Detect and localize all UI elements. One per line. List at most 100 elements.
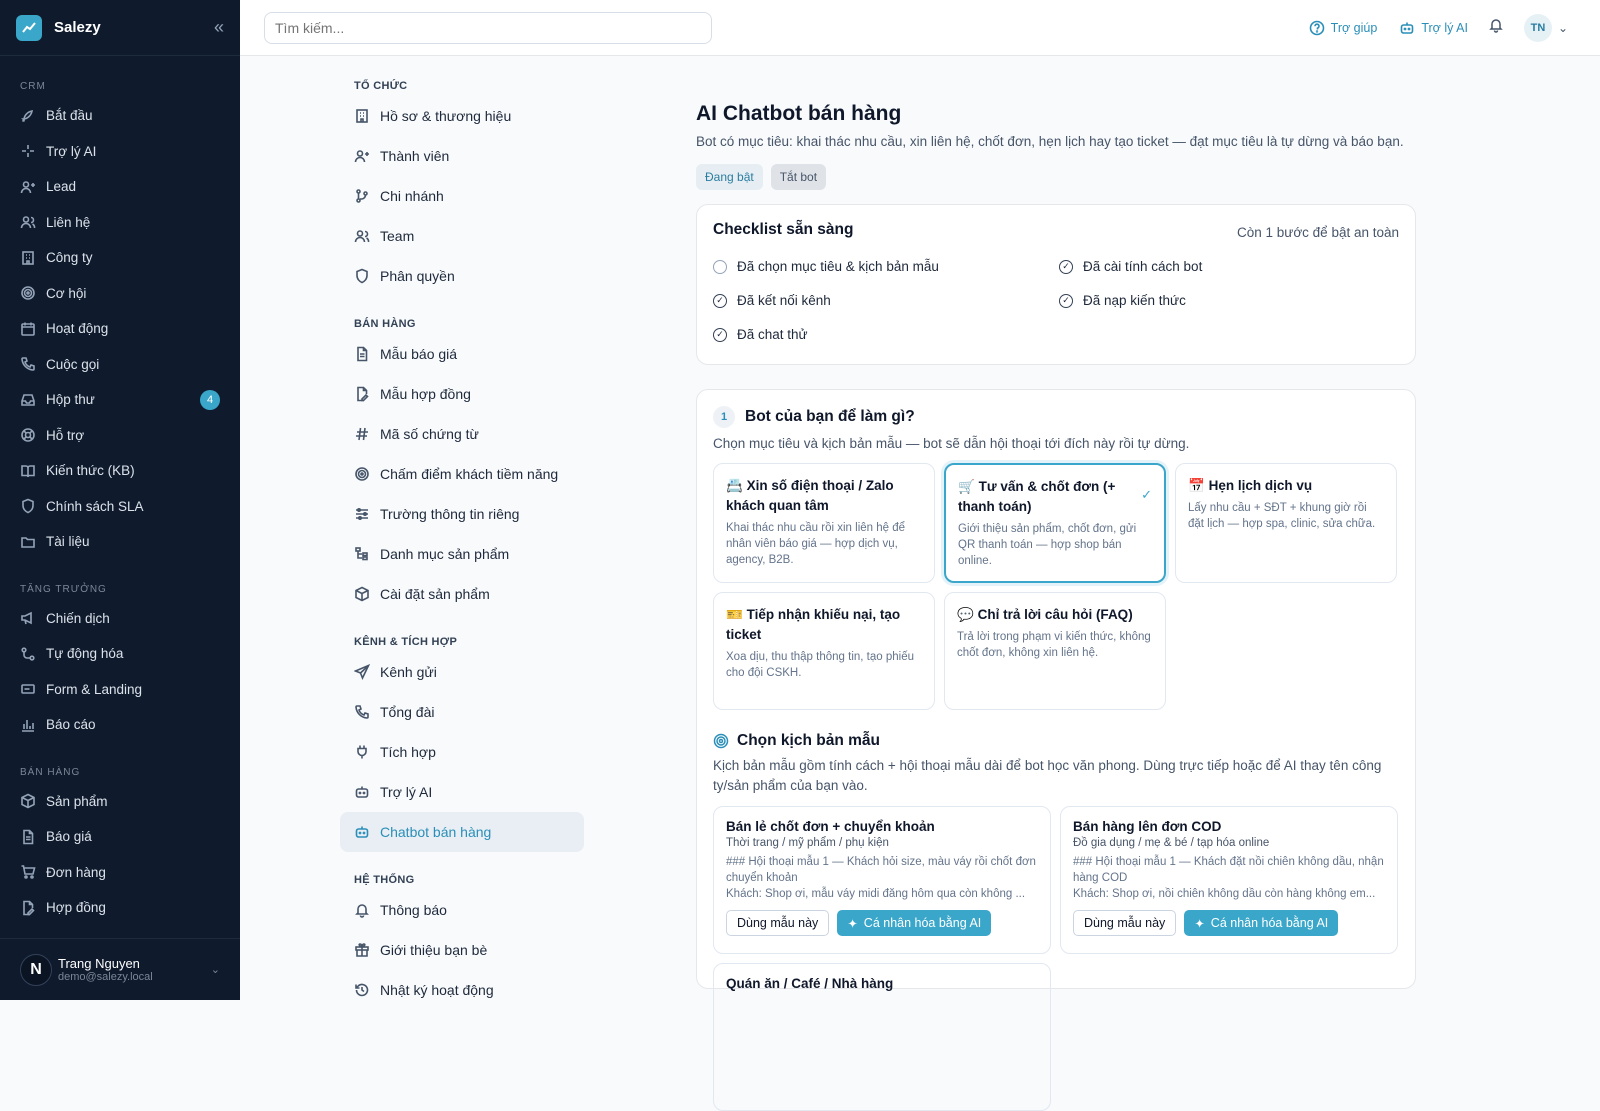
- settings-nav-label: Tổng đài: [380, 704, 435, 720]
- sidebar-item[interactable]: Hợp đồng: [0, 890, 240, 926]
- sidebar-item[interactable]: Hộp thư 4: [0, 382, 240, 418]
- ai-assistant-link[interactable]: Trợ lý AI: [1399, 20, 1468, 36]
- target-icon: [21, 286, 35, 301]
- settings-nav-item[interactable]: Mã số chứng từ: [340, 414, 584, 454]
- turn-off-bot-button[interactable]: Tắt bot: [770, 164, 827, 190]
- sidebar-item-label: Chiến dịch: [46, 610, 110, 626]
- plug-icon: [357, 745, 367, 759]
- settings-nav-item[interactable]: Chấm điểm khách tiềm năng: [340, 454, 584, 494]
- goal-option[interactable]: 🎫 Tiếp nhận khiếu nại, tạo ticket Xoa dịu…: [713, 592, 935, 710]
- check-icon: ✓: [1141, 487, 1152, 502]
- check-circle-icon: ✓: [1059, 293, 1073, 308]
- readiness-checklist: Checklist sẵn sàng Còn 1 bước để bật an …: [696, 204, 1416, 365]
- settings-nav-item[interactable]: Nhật ký hoạt động: [340, 970, 584, 1010]
- goal-option[interactable]: 💬 Chỉ trả lời câu hỏi (FAQ) Trả lời trong…: [944, 592, 1166, 710]
- sidebar-item-label: Kiến thức (KB): [46, 463, 135, 479]
- settings-nav-item[interactable]: Thành viên: [340, 136, 584, 176]
- user-avatar-top[interactable]: TN: [1523, 13, 1552, 42]
- sidebar-item[interactable]: Trợ lý AI: [0, 134, 240, 170]
- sidebar-item[interactable]: Chiến dịch: [0, 601, 240, 637]
- goal-option[interactable]: 📅 Hẹn lịch dịch vụ Lấy nhu cầu + SĐT + kh…: [1175, 463, 1397, 583]
- settings-nav-label: Mẫu báo giá: [380, 346, 458, 362]
- template-subtitle: Thời trang / mỹ phẩm / phụ kiện: [726, 837, 889, 849]
- sidebar-item-label: Chính sách SLA: [46, 498, 144, 514]
- sidebar-item[interactable]: Cuộc gọi: [0, 347, 240, 383]
- goal-description: Trả lời trong phạm vi kiến thức, không c…: [957, 631, 1151, 659]
- settings-section-title: BÁN HÀNG: [354, 318, 416, 330]
- settings-nav: TỔ CHỨC Hồ sơ & thương hiệu Thành viên Chi …: [340, 56, 590, 1010]
- settings-nav-item[interactable]: Trường thông tin riêng: [340, 494, 584, 534]
- sidebar-item-label: Tài liệu: [46, 534, 90, 550]
- personalize-ai-button[interactable]: ✦ Cá nhân hóa bằng AI: [837, 910, 992, 936]
- settings-nav-item[interactable]: Chatbot bán hàng: [340, 812, 584, 852]
- sidebar-item[interactable]: Báo giá: [0, 819, 240, 855]
- use-template-button[interactable]: Dùng mẫu này: [726, 910, 830, 936]
- chevron-down-icon[interactable]: ⌄: [1558, 21, 1568, 35]
- user-menu[interactable]: N Trang Nguyen demo@salezy.local ⌄: [0, 938, 240, 1000]
- settings-nav-item[interactable]: Mẫu báo giá: [340, 334, 584, 374]
- goal-option[interactable]: 📇 Xin số điện thoại / Zalo khách quan tâ…: [713, 463, 935, 583]
- help-link[interactable]: Trợ giúp: [1309, 20, 1377, 36]
- sparkles-icon: [22, 145, 34, 158]
- settings-nav-label: Chi nhánh: [380, 188, 444, 204]
- sidebar-item[interactable]: Đơn hàng: [0, 855, 240, 891]
- sidebar-item[interactable]: Liên hệ: [0, 205, 240, 241]
- sidebar-item[interactable]: Form & Landing: [0, 672, 240, 708]
- settings-nav-label: Thông báo: [380, 902, 447, 918]
- settings-nav-label: Hồ sơ & thương hiệu: [380, 108, 512, 124]
- notification-bell-icon[interactable]: [1488, 17, 1504, 38]
- sidebar-item[interactable]: Chính sách SLA: [0, 489, 240, 525]
- sidebar-section-title: BÁN HÀNG: [20, 766, 81, 778]
- template-list: Bán lẻ chốt đơn + chuyển khoản Thời trang…: [713, 806, 1399, 1111]
- sidebar-item[interactable]: Công ty: [0, 240, 240, 276]
- sidebar-item[interactable]: Hoạt động: [0, 311, 240, 347]
- goal-emoji-icon: 🛒: [958, 479, 975, 494]
- sidebar-item[interactable]: Tự động hóa: [0, 636, 240, 672]
- sidebar-item[interactable]: Sản phẩm: [0, 784, 240, 820]
- template-title: Bán hàng lên đơn COD: [1073, 819, 1222, 834]
- collapse-sidebar-icon[interactable]: «: [214, 17, 224, 38]
- settings-nav-item[interactable]: Team: [340, 216, 584, 256]
- sidebar-item[interactable]: Hỗ trợ: [0, 418, 240, 454]
- use-template-button[interactable]: Dùng mẫu này: [1073, 910, 1177, 936]
- sidebar-item[interactable]: Cơ hội: [0, 276, 240, 312]
- settings-nav-item[interactable]: Cài đặt sản phẩm: [340, 574, 584, 614]
- file-signature-icon: [357, 386, 369, 402]
- settings-nav-item[interactable]: Thông báo: [340, 890, 584, 930]
- sidebar-item[interactable]: Lead: [0, 169, 240, 205]
- goal-emoji-icon: 📅: [1188, 478, 1205, 493]
- sidebar-item[interactable]: Bắt đầu: [0, 98, 240, 134]
- users-icon: [20, 216, 36, 229]
- settings-nav-item[interactable]: Kênh gửi: [340, 652, 584, 692]
- settings-nav-item[interactable]: Giới thiệu bạn bè: [340, 930, 584, 970]
- settings-nav-item[interactable]: Tổng đài: [340, 692, 584, 732]
- personalize-ai-label: Cá nhân hóa bằng AI: [1210, 916, 1329, 930]
- sidebar-section-title: TĂNG TRƯỞNG: [20, 583, 107, 595]
- search-input[interactable]: [264, 11, 712, 44]
- personalize-ai-button[interactable]: ✦ Cá nhân hóa bằng AI: [1184, 910, 1339, 936]
- template-preview: ### Hội thoại mẫu 1 — Khách hỏi size, mà…: [726, 856, 1036, 900]
- checklist-item-label: Đã kết nối kênh: [737, 293, 831, 308]
- page-description: Bot có mục tiêu: khai thác nhu cầu, xin …: [696, 134, 1404, 149]
- goal-option[interactable]: 🛒 Tư vấn & chốt đơn (+ thanh toán) Giới t…: [944, 463, 1166, 583]
- settings-nav-item[interactable]: Phân quyền: [340, 256, 584, 296]
- step-goal-card: 1 Bot của bạn để làm gì? Chọn mục tiêu v…: [696, 389, 1416, 1111]
- sidebar-item[interactable]: Tài liệu: [0, 524, 240, 560]
- template-preview: ### Hội thoại mẫu 1 — Khách đặt nồi chiê…: [1073, 856, 1384, 900]
- settings-nav-item[interactable]: Trợ lý AI: [340, 772, 584, 812]
- settings-nav-item[interactable]: Mẫu hợp đồng: [340, 374, 584, 414]
- settings-nav-item[interactable]: Chi nhánh: [340, 176, 584, 216]
- sidebar-item-label: Liên hệ: [46, 214, 91, 230]
- phone-icon: [355, 705, 369, 719]
- template-card: Quán ăn / Café / Nhà hàng: [713, 963, 1051, 1111]
- sliders-icon: [356, 507, 368, 521]
- settings-nav-item[interactable]: Tích hợp: [340, 732, 584, 772]
- goal-title: Xin số điện thoại / Zalo khách quan tâm: [726, 478, 894, 513]
- sidebar-item[interactable]: Kiến thức (KB): [0, 453, 240, 489]
- sidebar-item[interactable]: Báo cáo: [0, 707, 240, 743]
- settings-nav-item[interactable]: Hồ sơ & thương hiệu: [340, 96, 584, 136]
- check-circle-icon: ✓: [1059, 259, 1073, 274]
- check-circle-icon: ✓: [713, 293, 727, 308]
- goal-emoji-icon: 💬: [957, 607, 974, 622]
- settings-nav-item[interactable]: Danh mục sản phẩm: [340, 534, 584, 574]
